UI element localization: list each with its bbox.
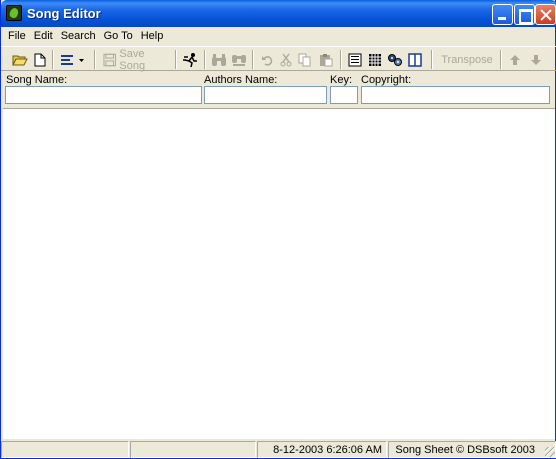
status-bar: 8-12-2003 6:26:06 AM Song Sheet © DSBsof… <box>1 440 556 459</box>
save-song-label: Save Song <box>119 47 146 72</box>
resize-grip[interactable] <box>545 447 555 457</box>
song-name-input[interactable] <box>5 86 202 104</box>
scissors-icon <box>280 53 292 66</box>
toolbar-separator <box>175 50 177 69</box>
tools-button[interactable] <box>386 50 403 69</box>
move-down-button[interactable] <box>528 50 544 69</box>
lyrics-view-button[interactable] <box>346 50 363 69</box>
song-name-label: Song Name: <box>6 74 68 86</box>
align-dropdown-button[interactable] <box>59 50 87 69</box>
new-document-icon <box>34 53 46 66</box>
maximize-button[interactable] <box>514 4 535 25</box>
status-panel-1 <box>1 441 129 458</box>
toolbar-separator <box>500 50 502 69</box>
toolbar-separator <box>340 50 342 69</box>
toolbar-separator <box>52 50 54 69</box>
transpose-button[interactable]: Transpose <box>439 50 495 69</box>
save-icon <box>103 53 116 66</box>
menu-search[interactable]: Search <box>57 27 100 45</box>
chords-grid-button[interactable] <box>366 50 383 69</box>
transpose-label: Transpose <box>441 53 493 66</box>
toolbar-separator <box>94 50 96 69</box>
cut-button[interactable] <box>278 50 294 69</box>
menu-edit[interactable]: Edit <box>30 27 57 45</box>
running-man-icon <box>183 52 197 67</box>
copy-button[interactable] <box>297 50 313 69</box>
open-folder-button[interactable] <box>11 50 29 69</box>
new-document-button[interactable] <box>32 50 48 69</box>
menu-go-to[interactable]: Go To <box>100 27 137 45</box>
window-title: Song Editor <box>27 6 101 21</box>
split-view-button[interactable] <box>406 50 423 69</box>
key-label: Key: <box>330 74 353 86</box>
open-folder-icon <box>12 55 28 65</box>
menu-help[interactable]: Help <box>137 27 168 45</box>
authors-name-label: Authors Name: <box>204 74 278 86</box>
status-copyright: Song Sheet © DSBsoft 2003 <box>388 441 556 458</box>
minimize-button[interactable] <box>492 4 513 25</box>
find-next-button[interactable] <box>230 50 248 69</box>
copyright-input[interactable] <box>361 86 550 104</box>
arrow-up-icon <box>510 54 520 65</box>
song-editor-window: Song Editor File Edit Search Go To Help <box>0 0 556 459</box>
columns-icon <box>407 52 422 67</box>
song-text-editor[interactable] <box>3 108 555 439</box>
menu-file[interactable]: File <box>4 27 30 45</box>
authors-name-input[interactable] <box>204 86 327 104</box>
move-up-button[interactable] <box>507 50 523 69</box>
paste-icon <box>320 53 333 66</box>
app-icon[interactable] <box>6 5 22 21</box>
undo-icon <box>262 55 273 66</box>
arrow-down-icon <box>531 54 541 65</box>
binoculars-next-icon <box>232 54 246 66</box>
align-left-icon <box>61 54 84 65</box>
document-text-icon <box>348 53 361 66</box>
status-panel-2 <box>130 441 256 458</box>
menu-bar: File Edit Search Go To Help <box>1 27 556 45</box>
save-song-button[interactable]: Save Song <box>103 47 171 72</box>
run-button[interactable] <box>182 50 200 69</box>
toolbar-separator <box>252 50 254 69</box>
toolbar: Save Song Transpose <box>1 46 556 72</box>
toolbar-separator <box>204 50 206 69</box>
copyright-label: Copyright: <box>361 74 412 86</box>
close-button[interactable] <box>535 4 556 25</box>
grid-icon <box>368 53 381 66</box>
toolbar-separator <box>431 50 433 69</box>
gears-icon <box>387 53 402 66</box>
copy-icon <box>298 53 311 66</box>
undo-button[interactable] <box>259 50 275 69</box>
key-input[interactable] <box>330 86 358 104</box>
title-bar[interactable]: Song Editor <box>1 0 556 27</box>
binoculars-icon <box>212 53 226 66</box>
find-button[interactable] <box>210 50 228 69</box>
status-datetime: 8-12-2003 6:26:06 AM <box>257 441 387 458</box>
paste-button[interactable] <box>318 50 334 69</box>
